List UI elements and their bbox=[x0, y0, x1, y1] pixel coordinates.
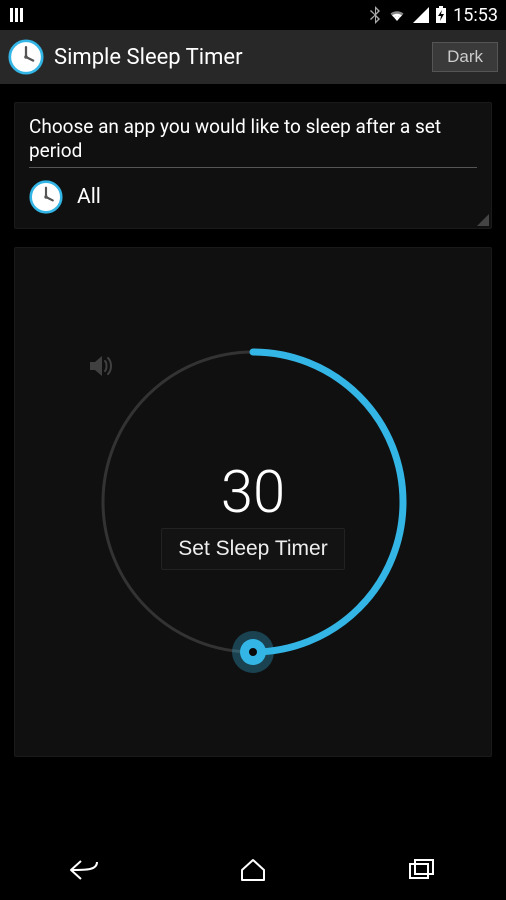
selected-app-label: All bbox=[77, 185, 101, 209]
nav-recent-button[interactable] bbox=[382, 850, 462, 890]
nav-back-button[interactable] bbox=[44, 850, 124, 890]
status-right: 15:53 bbox=[369, 5, 498, 26]
navigation-bar bbox=[0, 840, 506, 900]
resize-handle-icon[interactable] bbox=[477, 214, 489, 226]
notification-icon bbox=[8, 6, 26, 24]
status-left bbox=[8, 6, 26, 24]
cell-signal-icon bbox=[413, 7, 429, 23]
set-sleep-timer-button[interactable]: Set Sleep Timer bbox=[161, 528, 344, 570]
timer-dial[interactable]: 30 Set Sleep Timer bbox=[88, 337, 418, 667]
wifi-icon bbox=[387, 7, 407, 23]
bluetooth-icon bbox=[369, 6, 381, 24]
app-chooser-card: Choose an app you would like to sleep af… bbox=[14, 102, 492, 229]
status-time: 15:53 bbox=[453, 5, 498, 26]
app-title: Simple Sleep Timer bbox=[54, 45, 422, 70]
timer-card: 30 Set Sleep Timer bbox=[14, 247, 492, 757]
selected-app-row[interactable]: All bbox=[29, 178, 477, 216]
volume-icon[interactable] bbox=[88, 353, 118, 379]
status-bar: 15:53 bbox=[0, 0, 506, 30]
selected-app-clock-icon bbox=[29, 180, 63, 214]
timer-minutes: 30 bbox=[221, 464, 285, 522]
dial-center: 30 Set Sleep Timer bbox=[88, 337, 418, 667]
theme-toggle-button[interactable]: Dark bbox=[432, 42, 498, 72]
app-clock-icon bbox=[8, 39, 44, 75]
chooser-prompt: Choose an app you would like to sleep af… bbox=[29, 115, 477, 168]
dial-knob[interactable] bbox=[240, 639, 266, 665]
nav-home-button[interactable] bbox=[213, 850, 293, 890]
action-bar: Simple Sleep Timer Dark bbox=[0, 30, 506, 84]
battery-charging-icon bbox=[435, 6, 447, 24]
